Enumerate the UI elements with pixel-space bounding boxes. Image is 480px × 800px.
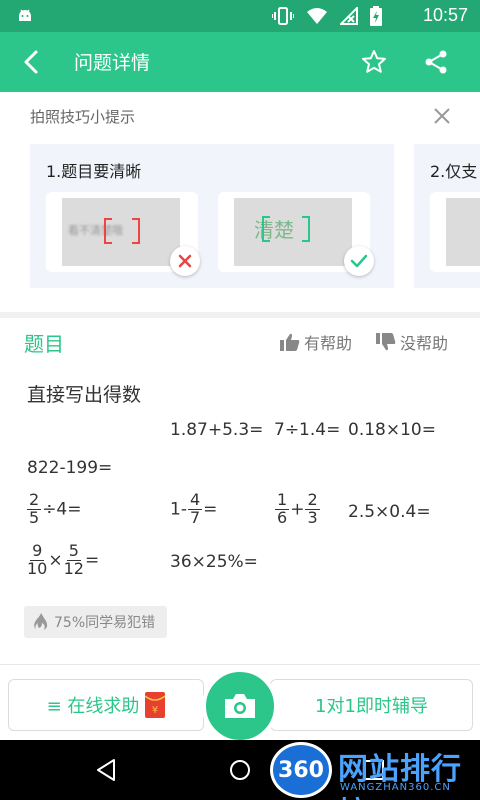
tip-card-1: 1.题目要清晰 看不清楚哦 清楚: [30, 144, 394, 288]
app-bar: 问题详情: [0, 32, 480, 92]
thumbs-down-icon: [376, 333, 396, 351]
photo-tips-panel: 拍照技巧小提示 1.题目要清晰 看不清楚哦 清楚 2.仅支: [0, 92, 480, 312]
camera-icon: [225, 694, 255, 718]
share-icon[interactable]: [422, 48, 450, 76]
clock: 10:57: [422, 5, 468, 25]
favorite-star-icon[interactable]: [360, 48, 388, 76]
correct-icon: [344, 246, 374, 276]
math-expression: 36×25%=: [170, 552, 258, 572]
math-expression: 1 6 +2 3: [275, 490, 320, 527]
red-envelope-icon: ¥: [145, 692, 166, 718]
math-expression: 1.87+5.3=: [170, 420, 264, 440]
battery-charging-icon: [370, 6, 382, 26]
no-signal-icon: [340, 7, 358, 25]
section-divider: [0, 312, 480, 318]
watermark-url: WANGZHAN360.CN: [340, 782, 451, 793]
tutoring-button[interactable]: 1对1即时辅导: [270, 679, 473, 731]
error-rate-text: 75%同学易犯错: [54, 615, 156, 631]
tips-title: 拍照技巧小提示: [30, 108, 136, 126]
online-help-label: ≡ 在线求助: [46, 696, 140, 717]
wrong-icon: [170, 246, 200, 276]
svg-text:¥: ¥: [152, 705, 158, 716]
watermark-badge: 360: [270, 742, 332, 798]
thumbs-up-icon: [280, 333, 300, 351]
math-expression: 2 5 ÷4=: [27, 490, 82, 527]
flame-icon: [34, 613, 48, 630]
good-example-text: 清楚: [254, 218, 294, 242]
math-expression: 9 10 × 5 12 =: [27, 541, 100, 578]
home-nav-icon[interactable]: [228, 758, 252, 782]
online-help-button[interactable]: ≡ 在线求助 ¥: [8, 679, 204, 731]
bad-example-image: 看不清楚哦: [46, 192, 200, 276]
status-bar: 10:57: [0, 0, 480, 32]
back-nav-icon[interactable]: [94, 758, 118, 782]
tip-card-label: 2.仅支: [430, 162, 478, 181]
watermark: 360 网站排行榜 WANGZHAN360.CN: [268, 742, 480, 800]
not-helpful-label: 没帮助: [400, 334, 449, 353]
tip-card-label: 1.题目要清晰: [46, 162, 142, 181]
question-title: 直接写出得数: [27, 384, 142, 406]
error-rate-badge: 75%同学易犯错: [24, 606, 168, 638]
helpful-button[interactable]: 有帮助: [280, 330, 352, 354]
tip-card-2: 2.仅支: [414, 144, 480, 288]
good-example-image: 清楚: [218, 192, 374, 276]
question-heading: 题目: [24, 332, 64, 356]
math-expression: 0.18×10=: [348, 420, 436, 440]
math-expression: 7÷1.4=: [274, 420, 341, 440]
math-expression: 822-199=: [27, 458, 113, 478]
android-icon: [19, 9, 31, 21]
not-helpful-button[interactable]: 没帮助: [376, 330, 448, 354]
back-arrow-icon[interactable]: [18, 48, 46, 76]
math-expression: 1- 4 7 =: [170, 490, 218, 527]
camera-button[interactable]: [202, 668, 278, 744]
close-icon[interactable]: [432, 106, 452, 126]
tutoring-label: 1对1即时辅导: [315, 696, 428, 717]
math-expression: 2.5×0.4=: [348, 502, 431, 522]
bad-example-text: 看不清楚哦: [68, 224, 123, 237]
vibrate-icon: [272, 7, 294, 25]
page-title: 问题详情: [74, 52, 151, 74]
wifi-icon: [307, 8, 327, 24]
helpful-label: 有帮助: [304, 334, 353, 353]
